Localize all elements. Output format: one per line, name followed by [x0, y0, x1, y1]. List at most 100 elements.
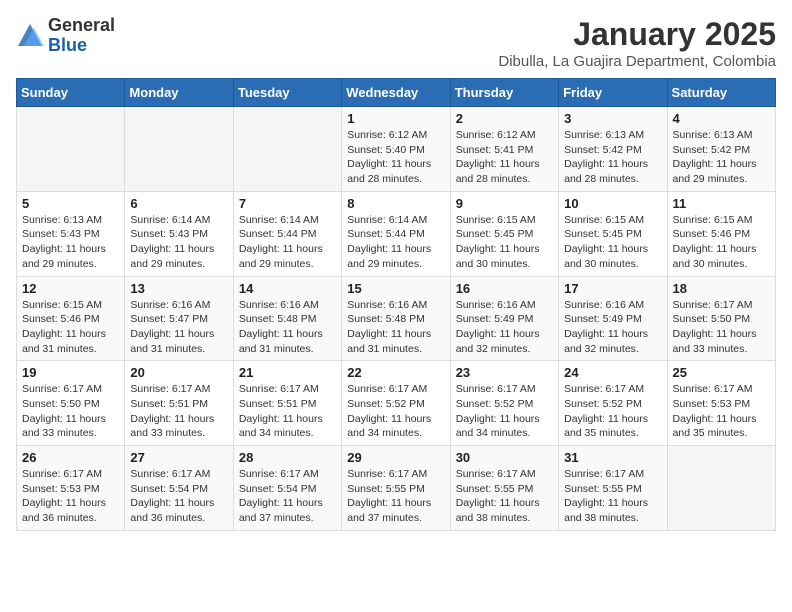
day-number: 9: [456, 196, 553, 211]
title-block: January 2025 Dibulla, La Guajira Departm…: [498, 16, 776, 70]
calendar-week-row: 1 Sunrise: 6:12 AM Sunset: 5:40 PM Daylig…: [17, 107, 776, 192]
day-number: 4: [673, 111, 770, 126]
weekday-header: Wednesday: [342, 79, 450, 107]
day-number: 5: [22, 196, 119, 211]
day-info: Sunrise: 6:16 AM Sunset: 5:49 PM Dayligh…: [456, 298, 553, 357]
day-info: Sunrise: 6:17 AM Sunset: 5:55 PM Dayligh…: [456, 467, 553, 526]
calendar-cell: 17 Sunrise: 6:16 AM Sunset: 5:49 PM Dayli…: [559, 276, 667, 361]
day-info: Sunrise: 6:15 AM Sunset: 5:45 PM Dayligh…: [564, 213, 661, 272]
calendar-cell: [17, 107, 125, 192]
day-info: Sunrise: 6:15 AM Sunset: 5:46 PM Dayligh…: [673, 213, 770, 272]
day-number: 31: [564, 450, 661, 465]
day-number: 13: [130, 281, 227, 296]
calendar-cell: 21Sunrise: 6:17 AM Sunset: 5:51 PM Dayli…: [233, 361, 341, 446]
day-number: 27: [130, 450, 227, 465]
calendar-cell: 30 Sunrise: 6:17 AM Sunset: 5:55 PM Dayli…: [450, 446, 558, 531]
day-number: 11: [673, 196, 770, 211]
location-subtitle: Dibulla, La Guajira Department, Colombia: [498, 53, 776, 70]
day-info: Sunrise: 6:17 AM Sunset: 5:55 PM Dayligh…: [347, 467, 444, 526]
calendar-cell: 23Sunrise: 6:17 AM Sunset: 5:52 PM Dayli…: [450, 361, 558, 446]
calendar-cell: [667, 446, 775, 531]
calendar-cell: 29 Sunrise: 6:17 AM Sunset: 5:55 PM Dayli…: [342, 446, 450, 531]
weekday-header: Monday: [125, 79, 233, 107]
day-number: 7: [239, 196, 336, 211]
weekday-header: Saturday: [667, 79, 775, 107]
day-info: Sunrise: 6:17 AM Sunset: 5:51 PM Dayligh…: [239, 382, 336, 441]
day-info: Sunrise: 6:12 AM Sunset: 5:40 PM Dayligh…: [347, 128, 444, 187]
logo-icon: [16, 22, 44, 50]
calendar-cell: 5 Sunrise: 6:13 AM Sunset: 5:43 PM Daylig…: [17, 191, 125, 276]
day-number: 3: [564, 111, 661, 126]
calendar-cell: 2Sunrise: 6:12 AM Sunset: 5:41 PM Daylig…: [450, 107, 558, 192]
day-number: 17: [564, 281, 661, 296]
day-number: 12: [22, 281, 119, 296]
calendar-cell: 25 Sunrise: 6:17 AM Sunset: 5:53 PM Dayli…: [667, 361, 775, 446]
day-number: 26: [22, 450, 119, 465]
day-info: Sunrise: 6:17 AM Sunset: 5:50 PM Dayligh…: [22, 382, 119, 441]
logo-text: General Blue: [48, 16, 115, 56]
calendar-cell: [125, 107, 233, 192]
calendar-cell: 18Sunrise: 6:17 AM Sunset: 5:50 PM Dayli…: [667, 276, 775, 361]
day-info: Sunrise: 6:13 AM Sunset: 5:42 PM Dayligh…: [564, 128, 661, 187]
weekday-header: Tuesday: [233, 79, 341, 107]
weekday-header: Thursday: [450, 79, 558, 107]
calendar-table: SundayMondayTuesdayWednesdayThursdayFrid…: [16, 78, 776, 531]
calendar-cell: 7 Sunrise: 6:14 AM Sunset: 5:44 PM Daylig…: [233, 191, 341, 276]
day-number: 24: [564, 365, 661, 380]
logo: General Blue: [16, 16, 115, 56]
day-info: Sunrise: 6:17 AM Sunset: 5:54 PM Dayligh…: [239, 467, 336, 526]
day-info: Sunrise: 6:17 AM Sunset: 5:51 PM Dayligh…: [130, 382, 227, 441]
day-info: Sunrise: 6:17 AM Sunset: 5:53 PM Dayligh…: [22, 467, 119, 526]
calendar-week-row: 5 Sunrise: 6:13 AM Sunset: 5:43 PM Daylig…: [17, 191, 776, 276]
weekday-header: Sunday: [17, 79, 125, 107]
day-number: 19: [22, 365, 119, 380]
day-info: Sunrise: 6:17 AM Sunset: 5:52 PM Dayligh…: [456, 382, 553, 441]
calendar-cell: 16 Sunrise: 6:16 AM Sunset: 5:49 PM Dayli…: [450, 276, 558, 361]
day-info: Sunrise: 6:16 AM Sunset: 5:48 PM Dayligh…: [239, 298, 336, 357]
page-header: General Blue January 2025 Dibulla, La Gu…: [16, 16, 776, 70]
day-info: Sunrise: 6:17 AM Sunset: 5:55 PM Dayligh…: [564, 467, 661, 526]
day-info: Sunrise: 6:16 AM Sunset: 5:47 PM Dayligh…: [130, 298, 227, 357]
calendar-cell: 15 Sunrise: 6:16 AM Sunset: 5:48 PM Dayli…: [342, 276, 450, 361]
day-number: 1: [347, 111, 444, 126]
day-info: Sunrise: 6:12 AM Sunset: 5:41 PM Dayligh…: [456, 128, 553, 187]
calendar-cell: 11 Sunrise: 6:15 AM Sunset: 5:46 PM Dayli…: [667, 191, 775, 276]
day-info: Sunrise: 6:17 AM Sunset: 5:53 PM Dayligh…: [673, 382, 770, 441]
day-info: Sunrise: 6:13 AM Sunset: 5:43 PM Dayligh…: [22, 213, 119, 272]
day-number: 28: [239, 450, 336, 465]
day-number: 8: [347, 196, 444, 211]
day-number: 25: [673, 365, 770, 380]
day-number: 20: [130, 365, 227, 380]
calendar-cell: 26 Sunrise: 6:17 AM Sunset: 5:53 PM Dayli…: [17, 446, 125, 531]
calendar-cell: 8Sunrise: 6:14 AM Sunset: 5:44 PM Daylig…: [342, 191, 450, 276]
calendar-cell: 9Sunrise: 6:15 AM Sunset: 5:45 PM Daylig…: [450, 191, 558, 276]
calendar-cell: 6Sunrise: 6:14 AM Sunset: 5:43 PM Daylig…: [125, 191, 233, 276]
calendar-cell: 1 Sunrise: 6:12 AM Sunset: 5:40 PM Daylig…: [342, 107, 450, 192]
day-number: 30: [456, 450, 553, 465]
calendar-cell: 20 Sunrise: 6:17 AM Sunset: 5:51 PM Dayli…: [125, 361, 233, 446]
calendar-cell: 13 Sunrise: 6:16 AM Sunset: 5:47 PM Dayli…: [125, 276, 233, 361]
day-info: Sunrise: 6:15 AM Sunset: 5:46 PM Dayligh…: [22, 298, 119, 357]
calendar-cell: 27Sunrise: 6:17 AM Sunset: 5:54 PM Dayli…: [125, 446, 233, 531]
calendar-week-row: 26 Sunrise: 6:17 AM Sunset: 5:53 PM Dayli…: [17, 446, 776, 531]
day-number: 16: [456, 281, 553, 296]
calendar-cell: 19 Sunrise: 6:17 AM Sunset: 5:50 PM Dayli…: [17, 361, 125, 446]
day-info: Sunrise: 6:13 AM Sunset: 5:42 PM Dayligh…: [673, 128, 770, 187]
day-number: 10: [564, 196, 661, 211]
calendar-cell: 3 Sunrise: 6:13 AM Sunset: 5:42 PM Daylig…: [559, 107, 667, 192]
day-info: Sunrise: 6:16 AM Sunset: 5:48 PM Dayligh…: [347, 298, 444, 357]
calendar-cell: 4 Sunrise: 6:13 AM Sunset: 5:42 PM Daylig…: [667, 107, 775, 192]
calendar-week-row: 19 Sunrise: 6:17 AM Sunset: 5:50 PM Dayli…: [17, 361, 776, 446]
day-info: Sunrise: 6:14 AM Sunset: 5:43 PM Dayligh…: [130, 213, 227, 272]
weekday-header: Friday: [559, 79, 667, 107]
day-number: 15: [347, 281, 444, 296]
day-info: Sunrise: 6:14 AM Sunset: 5:44 PM Dayligh…: [239, 213, 336, 272]
month-title: January 2025: [498, 16, 776, 53]
calendar-cell: 24 Sunrise: 6:17 AM Sunset: 5:52 PM Dayli…: [559, 361, 667, 446]
day-info: Sunrise: 6:17 AM Sunset: 5:52 PM Dayligh…: [347, 382, 444, 441]
day-info: Sunrise: 6:17 AM Sunset: 5:50 PM Dayligh…: [673, 298, 770, 357]
day-info: Sunrise: 6:16 AM Sunset: 5:49 PM Dayligh…: [564, 298, 661, 357]
day-info: Sunrise: 6:17 AM Sunset: 5:52 PM Dayligh…: [564, 382, 661, 441]
calendar-cell: 12 Sunrise: 6:15 AM Sunset: 5:46 PM Dayli…: [17, 276, 125, 361]
day-number: 29: [347, 450, 444, 465]
